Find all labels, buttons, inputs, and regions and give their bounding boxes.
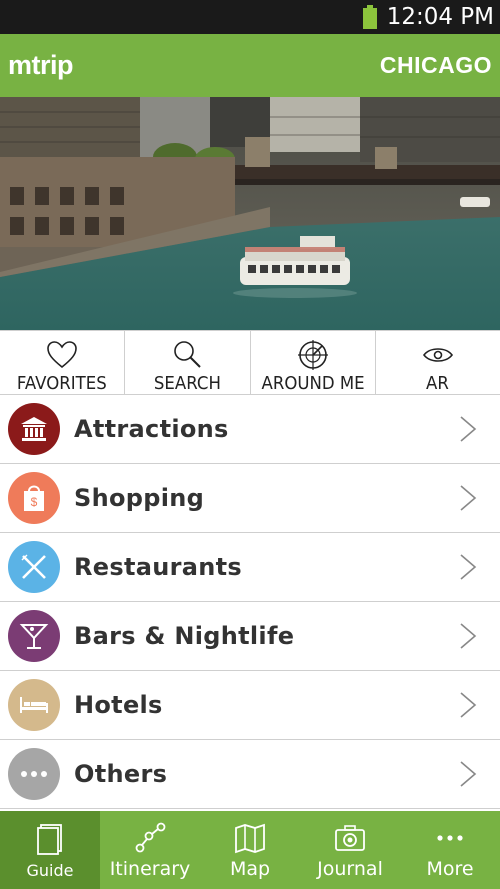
around-me-button[interactable]: AROUND ME	[251, 331, 376, 394]
category-row-restaurants[interactable]: Restaurants	[0, 533, 500, 602]
itinerary-icon	[135, 822, 166, 853]
category-row-others[interactable]: Others	[0, 740, 500, 809]
nav-label-itinerary: Itinerary	[109, 858, 191, 880]
chevron-right-icon	[460, 623, 477, 649]
search-icon	[174, 341, 202, 368]
quick-label-ar: AR	[426, 373, 450, 394]
quick-label-favorites: FAVORITES	[17, 373, 108, 394]
category-row-hotels[interactable]: Hotels	[0, 671, 500, 740]
quick-label-around-me: AROUND ME	[261, 373, 365, 394]
heart-icon	[47, 341, 77, 369]
quick-actions-bar: FAVORITES SEARCH AROUND ME AR	[0, 330, 500, 395]
nav-label-journal: Journal	[317, 858, 383, 880]
fork-knife-icon	[8, 541, 60, 593]
category-row-bars-nightlife[interactable]: Bars & Nightlife	[0, 602, 500, 671]
svg-text:$: $	[31, 495, 38, 509]
search-button[interactable]: SEARCH	[125, 331, 251, 394]
nav-journal[interactable]: Journal	[300, 811, 400, 889]
hero-image	[0, 97, 500, 330]
nav-map[interactable]: Map	[200, 811, 300, 889]
category-label: Shopping	[74, 484, 205, 512]
more-dots-icon	[8, 748, 60, 800]
more-dots-icon	[437, 835, 463, 841]
camera-icon	[335, 825, 365, 851]
city-selector[interactable]: CHICAGO	[380, 52, 492, 79]
museum-icon	[8, 403, 60, 455]
shopping-bag-icon: $	[8, 472, 60, 524]
category-row-shopping[interactable]: $ Shopping	[0, 464, 500, 533]
category-label: Restaurants	[74, 553, 242, 581]
favorites-button[interactable]: FAVORITES	[0, 331, 126, 394]
guide-book-icon	[37, 824, 62, 855]
nav-more[interactable]: More	[400, 811, 500, 889]
category-list: Attractions $ Shopping Restaurants Bars …	[0, 395, 500, 809]
category-label: Others	[74, 760, 168, 788]
app-bar: mtrip CHICAGO	[0, 34, 500, 97]
eye-icon	[422, 348, 453, 362]
nav-guide[interactable]: Guide	[0, 811, 100, 889]
bed-icon	[8, 679, 60, 731]
ar-button[interactable]: AR	[376, 331, 500, 394]
category-label: Bars & Nightlife	[74, 622, 295, 650]
chevron-right-icon	[460, 485, 477, 511]
cocktail-icon	[8, 610, 60, 662]
category-label: Attractions	[74, 415, 229, 443]
nav-label-guide: Guide	[26, 861, 74, 880]
category-row-attractions[interactable]: Attractions	[0, 395, 500, 464]
chevron-right-icon	[460, 416, 477, 442]
nav-label-map: Map	[229, 858, 271, 880]
battery-icon	[362, 5, 377, 29]
category-label: Hotels	[74, 691, 163, 719]
app-logo[interactable]: mtrip	[8, 50, 74, 81]
chevron-right-icon	[460, 554, 477, 580]
status-bar: 12:04 PM	[0, 0, 500, 34]
nav-itinerary[interactable]: Itinerary	[100, 811, 200, 889]
chevron-right-icon	[460, 761, 477, 787]
bottom-nav: Guide Itinerary Map Journal More	[0, 811, 500, 889]
chevron-right-icon	[460, 692, 477, 718]
quick-label-search: SEARCH	[153, 373, 221, 394]
nav-label-more: More	[426, 858, 474, 880]
target-icon	[297, 340, 328, 370]
status-time: 12:04 PM	[386, 4, 494, 30]
map-icon	[235, 823, 265, 854]
